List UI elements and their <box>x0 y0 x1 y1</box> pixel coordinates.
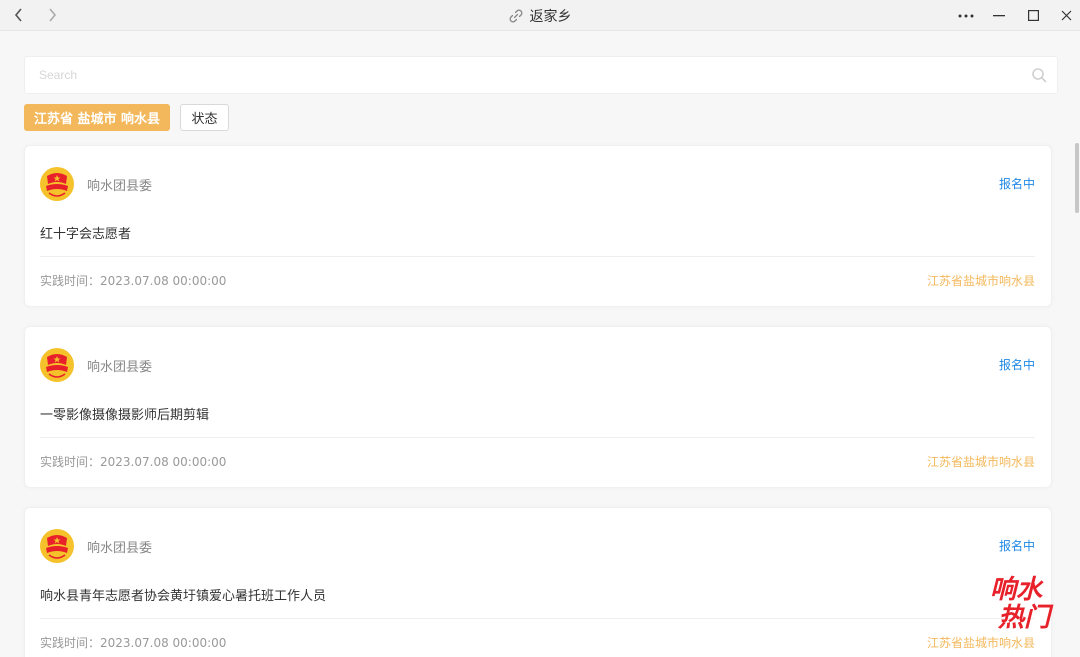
search-box <box>24 56 1058 94</box>
chevron-right-icon <box>49 8 57 22</box>
forward-button[interactable] <box>40 3 64 27</box>
card-title: 响水县青年志愿者协会黄圩镇爱心暑托班工作人员 <box>40 589 327 604</box>
activity-card[interactable]: 响水团县委 报名中 一零影像摄像摄影师后期剪辑 实践时间：2023.07.08 … <box>24 326 1052 488</box>
chevron-left-icon <box>14 8 22 22</box>
youth-league-logo-icon <box>40 167 74 201</box>
card-location: 江苏省盐城市响水县 <box>926 636 1035 650</box>
divider <box>40 618 1035 619</box>
card-location: 江苏省盐城市响水县 <box>926 455 1035 469</box>
close-button[interactable] <box>1050 0 1080 31</box>
back-button[interactable] <box>7 3 31 27</box>
svg-text:热门: 热门 <box>997 602 1054 630</box>
card-time: 实践时间：2023.07.08 00:00:00 <box>40 636 227 650</box>
maximize-button[interactable] <box>1017 0 1049 31</box>
more-button[interactable] <box>950 0 982 31</box>
region-filter[interactable]: 江苏省 盐城市 响水县 <box>24 104 171 131</box>
status-filter[interactable]: 状态 <box>180 104 229 131</box>
search-input[interactable] <box>39 57 999 93</box>
svg-text:响水: 响水 <box>990 574 1044 604</box>
more-icon <box>958 14 974 17</box>
window-title: 返家乡 <box>529 8 572 25</box>
card-title: 一零影像摄像摄影师后期剪辑 <box>40 408 210 423</box>
card-org: 响水团县委 <box>87 360 153 375</box>
scrollbar[interactable] <box>1075 143 1079 213</box>
card-title: 红十字会志愿者 <box>40 227 132 242</box>
card-org: 响水团县委 <box>87 179 153 194</box>
divider <box>40 256 1035 257</box>
card-time: 实践时间：2023.07.08 00:00:00 <box>40 274 227 288</box>
search-icon[interactable] <box>1031 67 1047 83</box>
title-bar: 返家乡 <box>0 0 1080 31</box>
card-location: 江苏省盐城市响水县 <box>926 274 1035 288</box>
status-badge: 报名中 <box>998 177 1035 191</box>
youth-league-logo-icon <box>40 348 74 382</box>
card-time: 实践时间：2023.07.08 00:00:00 <box>40 455 227 469</box>
divider <box>40 437 1035 438</box>
content-area: 江苏省 盐城市 响水县 状态 响水团县委 报名中 红十字会志愿者 实践时间：20… <box>0 31 1080 657</box>
status-badge: 报名中 <box>998 358 1035 372</box>
link-icon <box>509 9 523 23</box>
minimize-icon <box>993 14 1005 16</box>
maximize-icon <box>1027 10 1039 21</box>
status-badge: 报名中 <box>998 539 1035 553</box>
activity-card[interactable]: 响水团县委 报名中 响水县青年志愿者协会黄圩镇爱心暑托班工作人员 实践时间：20… <box>24 507 1052 657</box>
activity-card[interactable]: 响水团县委 报名中 红十字会志愿者 实践时间：2023.07.08 00:00:… <box>24 145 1052 307</box>
watermark-logo: 响水 热门 <box>990 574 1054 630</box>
minimize-button[interactable] <box>983 0 1015 31</box>
close-icon <box>1061 10 1071 21</box>
youth-league-logo-icon <box>40 529 74 563</box>
card-org: 响水团县委 <box>87 541 153 556</box>
